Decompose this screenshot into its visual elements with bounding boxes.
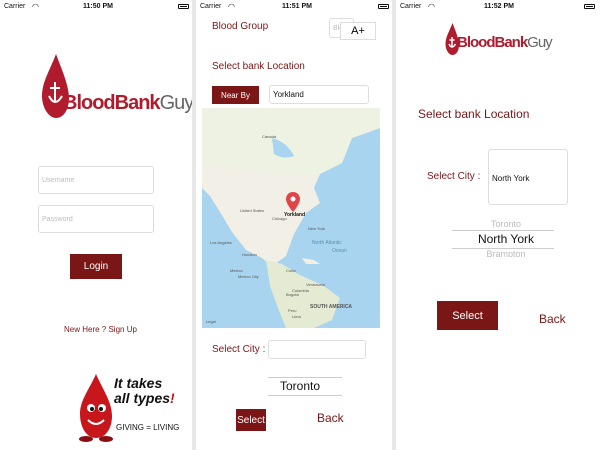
map-label-south-america: SOUTH AMERICA xyxy=(310,304,353,310)
map-label-peru: Peru xyxy=(288,308,297,313)
map-label-cuba: Cuba xyxy=(286,268,296,273)
location-map[interactable]: Canada United States Los Angeles Chicago… xyxy=(202,108,380,328)
city-picker-above[interactable]: Toronto xyxy=(452,219,560,229)
carrier-label: Carrier xyxy=(200,3,222,10)
picker-divider-bottom xyxy=(268,395,342,396)
carrier-label: Carrier xyxy=(4,3,26,10)
app-logo: BloodBankGuy xyxy=(40,52,192,122)
login-screen: Carrier ◠ 11:50 PM BloodBankGuy Username… xyxy=(0,0,192,450)
map-search-screen: Carrier ◠ 11:51 PM Blood Group Blo... A+… xyxy=(196,0,392,450)
map-label-venezuela: Venezuela xyxy=(306,282,325,287)
map-pin-label: Yorkland xyxy=(284,212,306,218)
map-label-lima: Lima xyxy=(292,314,301,319)
city-select-screen: Carrier ◠ 11:52 PM BloodBankGuy Select b… xyxy=(396,0,600,450)
logo-word-bloodbank: BloodBank xyxy=(63,92,161,114)
select-button[interactable]: Select xyxy=(236,409,266,431)
map-label-new-york: New York xyxy=(308,226,325,231)
logo-word-guy: Guy xyxy=(159,92,192,114)
username-field[interactable]: Username xyxy=(38,166,154,194)
status-time: 11:50 PM xyxy=(83,3,113,10)
map-label-united-states: United States xyxy=(240,208,265,213)
mascot-drop-icon xyxy=(79,374,113,442)
promo-banner: It takes all types! GIVING = LIVING xyxy=(76,372,192,450)
map-label-north-atlantic: North Atlantic xyxy=(312,240,342,246)
promo-line-2: all types xyxy=(114,390,171,406)
select-city-label: Select City : xyxy=(427,171,481,182)
signup-link[interactable]: New Here ? Sign Up xyxy=(64,325,137,334)
map-pin-icon[interactable] xyxy=(286,192,300,212)
status-time: 11:52 PM xyxy=(484,3,514,10)
logo-word-guy: Guy xyxy=(527,34,552,51)
city-picker-below[interactable]: Brampton xyxy=(452,249,560,257)
wifi-icon: ◠ xyxy=(32,2,39,11)
city-picker-selected[interactable]: North York xyxy=(452,232,560,246)
map-label-mexico: Mexico xyxy=(230,268,243,273)
logo-word-bloodbank: BloodBank xyxy=(457,34,528,51)
map-label-houston: Houston xyxy=(242,252,257,257)
picker-divider-top xyxy=(452,230,554,231)
battery-icon xyxy=(584,4,595,9)
city-input[interactable] xyxy=(268,340,366,359)
battery-icon xyxy=(378,4,389,9)
status-time: 11:51 PM xyxy=(282,3,312,10)
map-label-mexico-city: Mexico City xyxy=(238,274,259,279)
password-field[interactable]: Password xyxy=(38,205,154,233)
location-input[interactable]: Yorkland xyxy=(269,85,369,104)
nearby-button[interactable]: Near By xyxy=(212,86,259,104)
select-location-label: Select bank Location xyxy=(418,107,530,121)
app-logo: BloodBankGuy xyxy=(444,22,564,58)
map-label-los-angeles: Los Angeles xyxy=(210,240,232,245)
promo-line-1: It takes xyxy=(114,375,163,391)
select-location-label: Select bank Location xyxy=(212,61,305,72)
login-button[interactable]: Login xyxy=(70,254,122,279)
map-label-bogota: Bogotá xyxy=(286,292,299,297)
status-bar: Carrier ◠ 11:52 PM xyxy=(396,0,600,14)
select-city-label: Select City : xyxy=(212,344,266,355)
back-button[interactable]: Back xyxy=(539,312,566,326)
map-label-canada: Canada xyxy=(262,134,277,139)
promo-tagline: GIVING = LIVING xyxy=(116,423,180,432)
city-input[interactable]: North York xyxy=(488,149,568,205)
promo-exclaim: ! xyxy=(170,390,175,406)
map-legal-link[interactable]: Legal xyxy=(206,319,216,324)
select-button[interactable]: Select xyxy=(437,301,498,330)
carrier-label: Carrier xyxy=(400,3,422,10)
status-bar: Carrier ◠ 11:51 PM xyxy=(196,0,392,14)
back-button[interactable]: Back xyxy=(317,411,344,425)
status-bar: Carrier ◠ 11:50 PM xyxy=(0,0,192,14)
wifi-icon: ◠ xyxy=(228,2,235,11)
city-picker-selected[interactable]: Toronto xyxy=(258,379,342,393)
blood-group-value[interactable]: A+ xyxy=(340,22,376,40)
wifi-icon: ◠ xyxy=(428,2,435,11)
map-label-ocean: Ocean xyxy=(332,248,347,254)
blood-group-label: Blood Group xyxy=(212,21,269,32)
picker-divider-top xyxy=(268,377,342,378)
battery-icon xyxy=(178,4,189,9)
